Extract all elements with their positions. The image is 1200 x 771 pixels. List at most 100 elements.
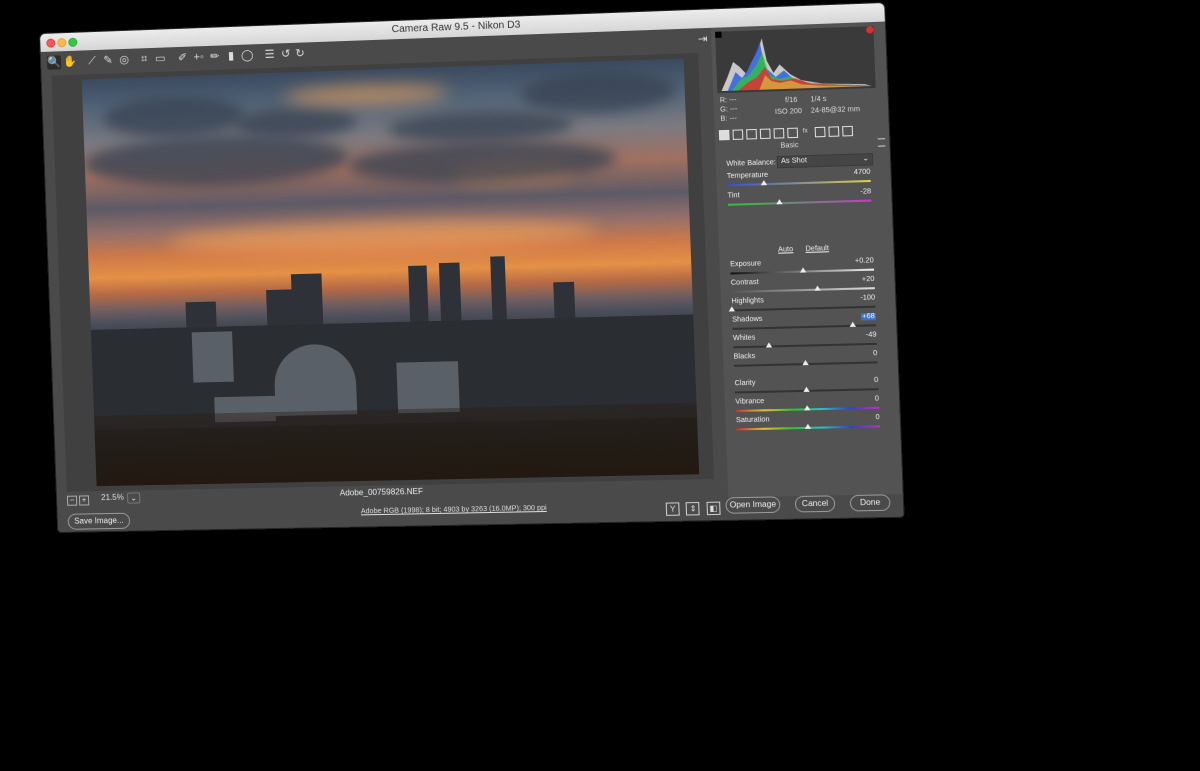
readout-g: G: --- [720,105,738,114]
temperature-thumb[interactable] [761,179,768,186]
clarity-value[interactable]: 0 [874,377,878,384]
radial-filter-tool-icon[interactable]: ◯ [240,48,255,63]
close-window-button[interactable] [46,38,56,48]
shadows-thumb[interactable] [849,321,857,327]
clarity-thumb[interactable] [803,386,810,392]
zoom-tool-icon[interactable]: 🔍 [46,55,62,70]
saturation-label: Saturation [735,416,770,425]
panel-tabs: fx [718,125,880,142]
highlights-value[interactable]: -100 [860,294,875,302]
exposure-value[interactable]: +0.20 [855,257,874,265]
auto-link[interactable]: Auto [778,246,793,254]
highlights-label: Highlights [731,297,765,306]
contrast-value[interactable]: +20 [862,276,875,284]
export-icon[interactable]: ⇥ [695,32,710,47]
white-balance-select[interactable]: As Shot ⌄ [776,153,874,169]
color-sampler-tool-icon[interactable]: ✎ [101,53,116,68]
filename-label: Adobe_00759826.NEF [339,486,424,498]
default-link[interactable]: Default [805,245,829,253]
zoom-out-button[interactable]: − [66,495,78,506]
clarity-label: Clarity [734,379,756,388]
presets-tab-icon[interactable] [828,126,840,137]
tint-slider[interactable]: Tint -28 [727,188,872,211]
readout-b: B: --- [720,115,737,123]
cancel-button[interactable]: Cancel [794,495,836,513]
tint-label: Tint [727,192,740,200]
zoom-level: 21.5% [100,492,124,503]
whites-label: Whites [732,334,756,343]
temperature-value[interactable]: 4700 [854,169,871,177]
hand-tool-icon[interactable]: ✋ [63,55,78,70]
workflow-options-link[interactable]: Adobe RGB (1998); 8 bit; 4903 by 3263 (1… [361,505,547,516]
vibrance-label: Vibrance [735,397,765,406]
tone-curve-tab-icon[interactable] [732,129,744,140]
vibrance-value[interactable]: 0 [875,395,879,402]
straighten-tool-icon[interactable]: ▭ [153,51,168,66]
open-image-button[interactable]: Open Image [725,496,781,514]
saturation-thumb[interactable] [804,423,812,429]
blacks-thumb[interactable] [802,359,809,366]
saturation-value[interactable]: 0 [875,414,879,421]
saturation-slider[interactable]: Saturation 0 [735,414,881,436]
tint-thumb[interactable] [776,199,783,205]
exposure-thumb[interactable] [800,267,807,273]
split-toning-tab-icon[interactable] [773,128,785,139]
lens-value: 24-85@32 mm [810,106,861,115]
aperture-value: f/16 [784,96,798,105]
vibrance-thumb[interactable] [803,405,811,411]
done-button[interactable]: Done [849,494,891,512]
rotate-right-tool-icon[interactable]: ↻ [293,46,308,61]
rotate-left-tool-icon[interactable]: ↺ [278,47,293,62]
tint-track[interactable] [727,199,872,206]
zoom-in-button[interactable]: + [78,495,90,506]
preferences-tool-icon[interactable]: ☰ [262,48,277,63]
temperature-label: Temperature [726,171,769,181]
minimize-window-button[interactable] [57,38,67,48]
graduated-filter-tool-icon[interactable]: ▮ [224,49,239,64]
contrast-track[interactable] [731,287,875,293]
shadows-value[interactable]: +68 [860,312,876,321]
blacks-label: Blacks [733,352,756,361]
contrast-label: Contrast [730,278,759,287]
hsl-tab-icon[interactable] [759,128,771,140]
chevron-down-icon: ⌄ [862,155,869,163]
exposure-label: Exposure [730,260,762,269]
section-title: Basic [780,141,799,150]
snapshots-tab-icon[interactable] [842,125,854,137]
photo-preview [81,58,700,487]
highlights-thumb[interactable] [728,306,736,312]
targeted-adjustment-tool-icon[interactable]: ◎ [117,53,132,68]
whites-thumb[interactable] [765,342,773,348]
panel-menu-icon[interactable] [877,138,886,147]
readout-r: R: --- [719,96,737,105]
white-balance-value: As Shot [780,157,808,166]
temperature-track[interactable] [727,179,871,187]
effects-tab-icon[interactable]: fx [801,127,810,135]
whites-track[interactable] [733,342,877,349]
maximize-window-button[interactable] [68,37,78,47]
zoom-dropdown-button[interactable]: ⌄ [126,492,141,504]
adjustment-brush-tool-icon[interactable]: ✏ [208,49,223,64]
tint-value[interactable]: -28 [860,188,871,196]
camera-info: R: --- G: --- B: --- f/16 1/4 s ISO 200 … [720,92,877,128]
window-title: Camera Raw 9.5 - Nikon D3 [391,19,521,36]
blacks-slider[interactable]: Blacks 0 [733,350,878,372]
detail-tab-icon[interactable] [746,128,758,140]
red-eye-tool-icon[interactable]: +◦ [191,50,206,65]
contrast-thumb[interactable] [813,285,821,291]
shadows-label: Shadows [732,315,763,324]
histogram [715,26,876,94]
highlights-track[interactable] [731,305,876,312]
spot-removal-tool-icon[interactable]: ✐ [175,51,190,66]
crop-tool-icon[interactable]: ⌗ [137,52,152,67]
adjustments-panel: R: --- G: --- B: --- f/16 1/4 s ISO 200 … [710,21,903,498]
camera-calibration-tab-icon[interactable] [814,126,826,138]
shutter-value: 1/4 s [810,95,827,104]
image-preview-area[interactable] [51,52,715,492]
save-image-button[interactable]: Save Image... [67,512,131,530]
basic-tab-icon[interactable] [718,129,730,141]
white-balance-tool-icon[interactable]: ⟋ [85,54,100,69]
whites-value[interactable]: -49 [866,331,877,338]
blacks-value[interactable]: 0 [873,350,877,357]
lens-corrections-tab-icon[interactable] [787,127,799,139]
